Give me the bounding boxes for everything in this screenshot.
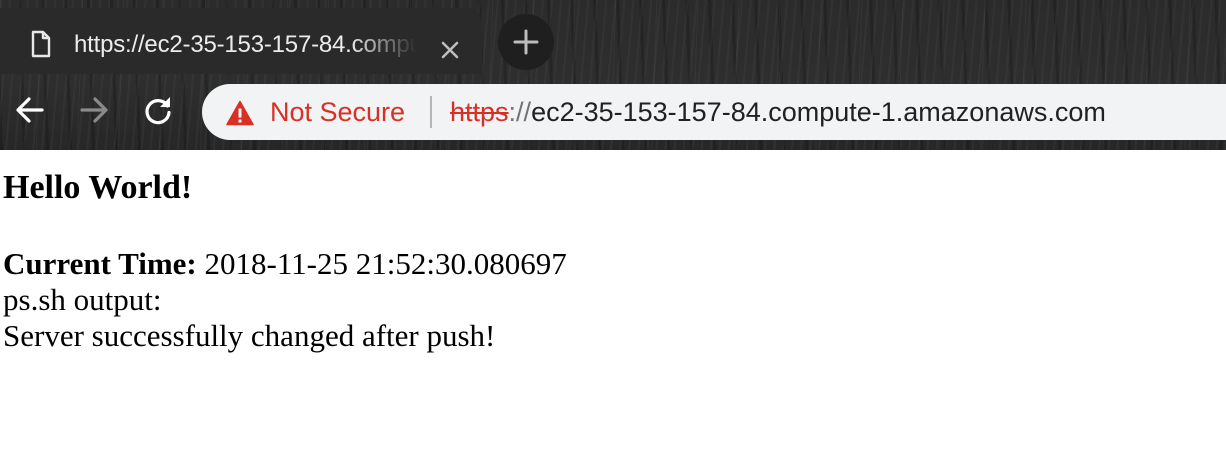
url-separator: :// xyxy=(508,97,532,127)
plus-icon xyxy=(513,29,539,55)
new-tab-button[interactable] xyxy=(498,14,554,70)
url-host: ec2-35-153-157-84.compute-1.amazonaws.co… xyxy=(531,97,1106,127)
back-button[interactable] xyxy=(14,94,46,126)
url-scheme: https xyxy=(450,97,509,127)
tab-title-fade xyxy=(350,26,428,64)
omnibox-divider xyxy=(430,96,432,128)
security-status-label[interactable]: Not Secure xyxy=(270,96,405,128)
reload-icon xyxy=(145,97,171,125)
url-text[interactable]: https://ec2-35-153-157-84.compute-1.amaz… xyxy=(450,96,1106,128)
close-icon[interactable] xyxy=(436,36,464,64)
warning-triangle-icon[interactable] xyxy=(226,100,254,126)
page-heading: Hello World! xyxy=(3,169,193,206)
current-time-label: Current Time: xyxy=(3,246,197,281)
page-icon xyxy=(30,30,52,58)
current-time-line: Current Time: 2018-11-25 21:52:30.080697 xyxy=(3,246,1226,282)
arrow-left-icon xyxy=(16,97,44,123)
output-text: Server successfully changed after push! xyxy=(3,318,496,353)
arrow-right-icon xyxy=(80,97,108,123)
reload-button[interactable] xyxy=(142,94,174,126)
browser-tab[interactable]: https://ec2-35-153-157-84.compute-1.amaz… xyxy=(0,8,482,74)
current-time-value: 2018-11-25 21:52:30.080697 xyxy=(204,246,567,281)
forward-button[interactable] xyxy=(78,94,110,126)
address-bar[interactable]: Not Secure https://ec2-35-153-157-84.com… xyxy=(202,84,1226,140)
page-content: Hello World! Current Time: 2018-11-25 21… xyxy=(0,150,1226,460)
toolbar: Not Secure https://ec2-35-153-157-84.com… xyxy=(0,76,1226,150)
browser-frame: https://ec2-35-153-157-84.compute-1.amaz… xyxy=(0,0,1226,150)
output-label: ps.sh output: xyxy=(3,282,162,317)
